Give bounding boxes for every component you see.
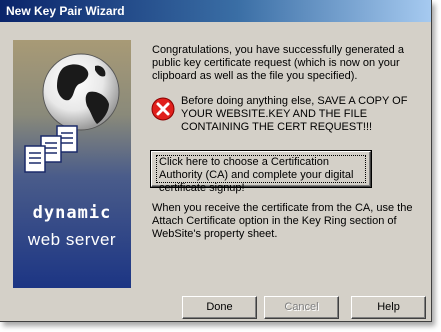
document-stack-icon [24,125,78,173]
window-title: New Key Pair Wizard [6,4,125,18]
congratulations-text: Congratulations, you have successfully g… [152,44,404,82]
title-bar[interactable]: New Key Pair Wizard [0,0,431,22]
brand-name-line1: dynamic [32,203,112,223]
choose-ca-button-label: Click here to choose a Certification Aut… [159,156,354,194]
brand-name-line2: web server [27,230,117,249]
globe-documents-icon [24,53,120,173]
warning-text: Before doing anything else, SAVE A COPY … [181,95,408,133]
wizard-window: New Key Pair Wizard dynamic web server C… [0,0,432,322]
done-button[interactable]: Done [182,296,257,319]
receive-certificate-text: When you receive the certificate from th… [152,202,413,240]
help-button[interactable]: Help [351,296,426,319]
error-x-icon [151,97,175,121]
choose-ca-button[interactable]: Click here to choose a Certification Aut… [150,150,372,194]
cancel-button[interactable]: Cancel [264,296,339,319]
product-banner: dynamic web server [13,40,131,288]
